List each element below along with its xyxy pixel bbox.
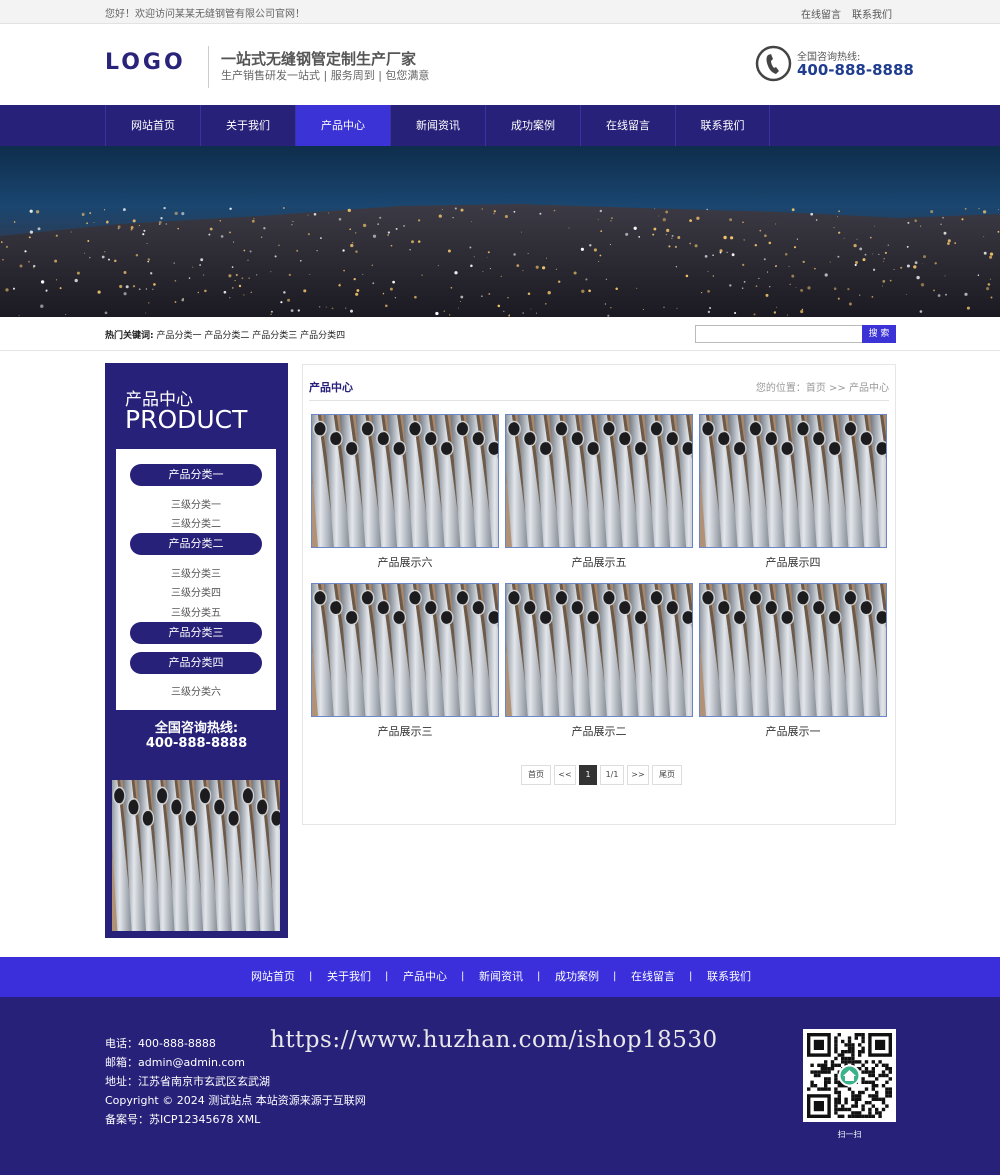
product-image[interactable] [699, 583, 887, 717]
hot-keywords-label: 热门关键词: [105, 331, 154, 341]
footer: 电话：400-888-8888 邮箱：admin@admin.com 地址：江苏… [0, 997, 1000, 1175]
product-image[interactable] [505, 583, 693, 717]
footer-nav-separator: | [385, 971, 389, 982]
footer-nav: 网站首页 | 关于我们 | 产品中心 | 新闻资讯 | 成功案例 | 在线留言 … [0, 957, 1000, 997]
sidebar-category-1[interactable]: 产品分类一 [130, 464, 262, 486]
hero-banner [0, 146, 1000, 317]
footer-nav-separator: | [537, 971, 541, 982]
sidebar-title-en: PRODUCT [125, 405, 248, 434]
footer-nav-separator: | [309, 971, 313, 982]
product-caption[interactable]: 产品展示三 [311, 723, 499, 739]
sidebar-category-4[interactable]: 产品分类四 [130, 652, 262, 674]
sidebar-subcategory[interactable]: 三级分类二 [116, 515, 276, 530]
sidebar-category-3[interactable]: 产品分类三 [130, 622, 262, 644]
sidebar-category-menu: 产品分类一 三级分类一 三级分类二 产品分类二 三级分类三 三级分类四 三级分类… [116, 449, 276, 710]
product-image[interactable] [311, 414, 499, 548]
nav-item-news[interactable]: 新闻资讯 [390, 105, 485, 146]
nav-item-about[interactable]: 关于我们 [200, 105, 295, 146]
product-card[interactable]: 产品展示六 [311, 414, 499, 570]
footer-nav-home[interactable]: 网站首页 [251, 957, 295, 997]
pagination-next[interactable]: >> [627, 765, 649, 785]
product-card[interactable]: 产品展示二 [505, 583, 693, 739]
hot-keywords: 热门关键词: 产品分类一 产品分类二 产品分类三 产品分类四 [105, 328, 345, 341]
pagination-current[interactable]: 1 [579, 765, 597, 785]
nav-item-home[interactable]: 网站首页 [105, 105, 200, 146]
search-input[interactable] [695, 325, 863, 343]
product-image[interactable] [505, 414, 693, 548]
footer-email: 邮箱：admin@admin.com [105, 1056, 245, 1069]
footer-icp[interactable]: 备案号：苏ICP12345678 XML [105, 1111, 260, 1127]
footer-nav-separator: | [613, 971, 617, 982]
hot-keyword[interactable]: 产品分类二 [204, 331, 249, 341]
sidebar-subcategory[interactable]: 三级分类六 [116, 683, 276, 698]
nav-item-contact[interactable]: 联系我们 [675, 105, 770, 146]
content-title: 产品中心 [309, 381, 353, 394]
pagination-first[interactable]: 首页 [521, 765, 551, 785]
phone-icon [755, 45, 792, 82]
hot-keyword[interactable]: 产品分类一 [156, 331, 201, 341]
pagination-prev[interactable]: << [554, 765, 576, 785]
footer-address: 地址：江苏省南京市玄武区玄武湖 [105, 1075, 270, 1088]
product-card[interactable]: 产品展示五 [505, 414, 693, 570]
product-caption[interactable]: 产品展示一 [699, 723, 887, 739]
sidebar-hotline-label: 全国咨询热线: [154, 721, 239, 736]
sidebar-category-2[interactable]: 产品分类二 [130, 533, 262, 555]
product-caption[interactable]: 产品展示五 [505, 554, 693, 570]
product-image[interactable] [311, 583, 499, 717]
header-divider [208, 46, 209, 88]
nav-item-cases[interactable]: 成功案例 [485, 105, 580, 146]
site-subslogan: 生产销售研发一站式 | 服务周到 | 包您满意 [221, 69, 430, 82]
footer-nav-separator: | [461, 971, 465, 982]
content-divider [309, 400, 889, 401]
footer-nav-about[interactable]: 关于我们 [327, 957, 371, 997]
qr-code-icon [803, 1029, 896, 1122]
breadcrumb[interactable]: 您的位置：首页 >> 产品中心 [756, 379, 889, 394]
hot-keyword[interactable]: 产品分类三 [252, 331, 297, 341]
top-link-contact[interactable]: 联系我们 [852, 6, 892, 21]
footer-nav-message[interactable]: 在线留言 [631, 957, 675, 997]
sidebar-product-image [108, 780, 309, 931]
main-nav: 网站首页 关于我们 产品中心 新闻资讯 成功案例 在线留言 联系我们 [0, 105, 1000, 146]
footer-nav-news[interactable]: 新闻资讯 [479, 957, 523, 997]
product-card[interactable]: 产品展示三 [311, 583, 499, 739]
watermark-url: https://www.huzhan.com/ishop18530 [270, 1027, 718, 1053]
nav-item-message[interactable]: 在线留言 [580, 105, 675, 146]
product-card[interactable]: 产品展示一 [699, 583, 887, 739]
welcome-text: 您好！欢迎访问某某无缝钢管有限公司官网！ [105, 9, 305, 20]
sidebar-subcategory[interactable]: 三级分类五 [116, 604, 276, 619]
nav-item-products[interactable]: 产品中心 [295, 105, 390, 146]
sidebar-subcategory[interactable]: 三级分类三 [116, 565, 276, 580]
hotline-number: 400-888-8888 [797, 61, 914, 79]
product-card[interactable]: 产品展示四 [699, 414, 887, 570]
sidebar-hotline-number: 400-888-8888 [145, 736, 248, 751]
search-button[interactable]: 搜 索 [862, 325, 896, 343]
footer-nav-products[interactable]: 产品中心 [403, 957, 447, 997]
search-row: 热门关键词: 产品分类一 产品分类二 产品分类三 产品分类四 搜 索 [0, 317, 1000, 351]
footer-phone: 电话：400-888-8888 [105, 1037, 216, 1050]
sidebar-subcategory[interactable]: 三级分类一 [116, 496, 276, 511]
footer-nav-contact[interactable]: 联系我们 [707, 957, 751, 997]
sidebar: 产品中心 PRODUCT 产品分类一 三级分类一 三级分类二 产品分类二 三级分… [105, 363, 309, 938]
product-caption[interactable]: 产品展示四 [699, 554, 887, 570]
pagination-info: 1/1 [600, 765, 624, 785]
footer-nav-separator: | [689, 971, 693, 982]
top-bar: 您好！欢迎访问某某无缝钢管有限公司官网！ 在线留言 联系我们 [0, 0, 1000, 24]
product-caption[interactable]: 产品展示二 [505, 723, 693, 739]
site-logo[interactable]: LOGO [105, 50, 186, 75]
footer-copyright: Copyright © 2024 测试站点 本站资源来源于互联网 [105, 1094, 366, 1107]
pagination-last[interactable]: 尾页 [652, 765, 682, 785]
top-link-message[interactable]: 在线留言 [801, 6, 841, 21]
footer-nav-cases[interactable]: 成功案例 [555, 957, 599, 997]
site-slogan: 一站式无缝钢管定制生产厂家 [221, 50, 417, 68]
hot-keyword[interactable]: 产品分类四 [300, 331, 345, 341]
qr-caption: 扫一扫 [837, 1130, 862, 1139]
product-image[interactable] [699, 414, 887, 548]
product-content-panel: 产品中心 您的位置：首页 >> 产品中心 产品展示六 产品展示五 产品展示四 产… [302, 364, 896, 825]
product-caption[interactable]: 产品展示六 [311, 554, 499, 570]
sidebar-subcategory[interactable]: 三级分类四 [116, 584, 276, 599]
